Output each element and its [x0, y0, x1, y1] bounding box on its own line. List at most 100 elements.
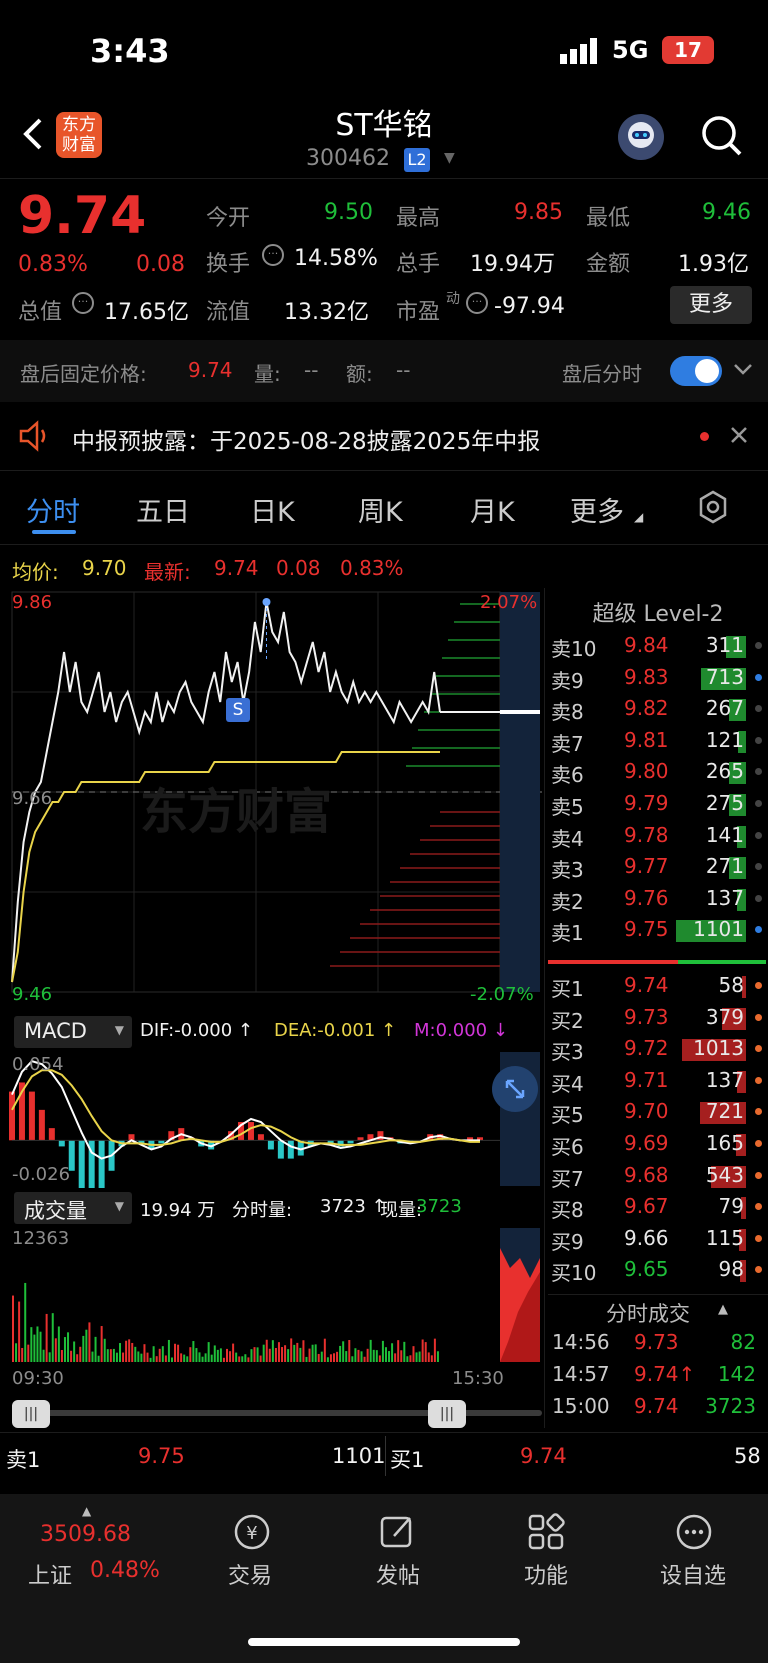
bid-row[interactable]: 买9 9.66 115 — [548, 1223, 768, 1254]
bid-row[interactable]: 买7 9.68 543 — [548, 1160, 768, 1191]
sell-signal-marker[interactable]: S — [226, 698, 250, 722]
volume-bar — [229, 1351, 232, 1362]
bid-label: 买5 — [551, 1103, 584, 1128]
ask-row[interactable]: 卖5 9.79 275 — [548, 788, 768, 819]
afterhours-region — [500, 592, 540, 992]
status-dot — [755, 1076, 762, 1084]
volume-bar — [85, 1329, 88, 1362]
ask-row[interactable]: 卖7 9.81 121 — [548, 725, 768, 756]
change-percent: 0.83% — [18, 252, 88, 277]
ask-row[interactable]: 卖4 9.78 141 — [548, 820, 768, 851]
volume-bar — [39, 1331, 42, 1362]
macd-axis-top: 0.054 — [12, 1054, 64, 1075]
volume-bar — [305, 1356, 308, 1362]
more-dots-icon[interactable] — [674, 1512, 714, 1556]
search-icon[interactable] — [700, 114, 744, 162]
nav-watchlist[interactable]: 设自选 — [660, 1558, 726, 1590]
range-handle-left[interactable]: ||| — [12, 1400, 50, 1428]
bid-row[interactable]: 买6 9.69 165 — [548, 1128, 768, 1159]
status-dot — [755, 1234, 762, 1242]
status-dot — [755, 894, 762, 902]
status-dot — [755, 1140, 762, 1147]
macd-chart[interactable] — [0, 1050, 544, 1188]
volume-axis-top: 12363 — [12, 1228, 70, 1249]
bid-price: 9.71 — [624, 1067, 669, 1092]
ask-row[interactable]: 卖1 9.75 1101 — [548, 914, 768, 945]
ask-row[interactable]: 卖8 9.82 267 — [548, 693, 768, 724]
volume-bar — [161, 1346, 164, 1362]
chevron-down-icon[interactable] — [732, 358, 754, 384]
index-value[interactable]: 3509.68 — [40, 1522, 131, 1547]
info-icon[interactable]: ··· — [72, 292, 94, 314]
bid-row[interactable]: 买4 9.71 137 — [548, 1065, 768, 1096]
info-icon[interactable]: ··· — [466, 292, 488, 314]
orderbook-title[interactable]: 超级 Level-2 — [548, 596, 768, 628]
volume-bar — [216, 1349, 219, 1362]
high-value: 9.85 — [514, 200, 563, 225]
close-icon[interactable] — [728, 424, 750, 450]
bid-row[interactable]: 买10 9.65 98 — [548, 1254, 768, 1285]
volume-bar — [91, 1351, 94, 1362]
bid-row[interactable]: 买8 9.67 79 — [548, 1191, 768, 1222]
volume-bar — [388, 1351, 391, 1362]
tab-weekly-k[interactable]: 周K — [358, 490, 403, 529]
info-icon[interactable]: ··· — [262, 244, 284, 266]
volume-bar — [351, 1356, 354, 1362]
open-label: 今开 — [206, 206, 251, 231]
ask-volume: 271 — [705, 854, 744, 879]
volume-bar — [299, 1347, 302, 1362]
bid-row[interactable]: 买3 9.72 1013 — [548, 1033, 768, 1064]
nav-functions[interactable]: 功能 — [524, 1558, 568, 1590]
volume-chart[interactable] — [0, 1226, 544, 1364]
bid-price: 9.72 — [624, 1036, 669, 1061]
notice-text[interactable]: 中报预披露：于2025-08-28披露2025年中报 — [72, 422, 540, 456]
more-button[interactable]: 更多 — [670, 286, 752, 324]
tab-monthly-k[interactable]: 月K — [470, 490, 515, 529]
afterhours-vol-label: 量: — [254, 362, 281, 386]
index-percent[interactable]: 0.48% — [90, 1558, 160, 1583]
afterhours-toggle[interactable] — [670, 356, 722, 386]
volume-bar — [30, 1327, 33, 1362]
bid-price: 9.74 — [624, 973, 669, 997]
level2-badge[interactable]: L2 — [404, 148, 430, 172]
index-name[interactable]: 上证 — [28, 1558, 72, 1590]
nav-trade[interactable]: 交易 — [228, 1558, 272, 1590]
chevron-down-icon: ◢ — [634, 510, 644, 524]
robot-assistant-icon[interactable] — [618, 114, 664, 160]
ask-row[interactable]: 卖6 9.80 265 — [548, 756, 768, 787]
grid-icon[interactable] — [526, 1512, 566, 1556]
trades-title[interactable]: 分时成交 — [606, 1298, 690, 1328]
bid-row[interactable]: 买2 9.73 379 — [548, 1002, 768, 1033]
volume-bar — [54, 1338, 57, 1362]
expand-icon[interactable] — [492, 1066, 538, 1112]
afterhours-amt-label: 额: — [346, 362, 373, 386]
tab-more[interactable]: 更多 — [570, 490, 624, 529]
trade-icon[interactable]: ¥ — [230, 1512, 274, 1556]
amount-value: 1.93亿 — [678, 252, 749, 277]
bid-row[interactable]: 买1 9.74 58 — [548, 970, 768, 1001]
post-icon[interactable] — [378, 1512, 418, 1556]
volume-bar — [284, 1345, 287, 1362]
macd-selector[interactable]: MACD ▼ — [14, 1016, 132, 1048]
status-dot — [755, 673, 762, 681]
high-label: 最高 — [396, 206, 441, 231]
ask-row[interactable]: 卖9 9.83 713 — [548, 662, 768, 693]
ask-row[interactable]: 卖10 9.84 311 — [548, 630, 768, 661]
afterhours-label: 盘后固定价格: — [20, 362, 147, 386]
volume-bar — [210, 1354, 213, 1362]
bid-label: 买10 — [551, 1261, 597, 1286]
range-handle-right[interactable]: ||| — [428, 1400, 466, 1428]
ask-row[interactable]: 卖2 9.76 137 — [548, 883, 768, 914]
volume-selector[interactable]: 成交量 ▼ — [14, 1192, 132, 1224]
tab-intraday[interactable]: 分时 — [26, 490, 80, 529]
nav-post[interactable]: 发帖 — [376, 1558, 420, 1590]
chevron-down-icon[interactable]: ▼ — [444, 150, 455, 166]
chevron-up-icon[interactable]: ▲ — [718, 1302, 728, 1317]
bottom-sell-vol: 1101 — [332, 1444, 386, 1468]
ask-label: 卖5 — [551, 795, 584, 819]
gear-icon[interactable] — [696, 490, 730, 528]
tab-five-day[interactable]: 五日 — [136, 490, 190, 529]
bid-row[interactable]: 买5 9.70 721 — [548, 1096, 768, 1127]
tab-daily-k[interactable]: 日K — [250, 490, 295, 529]
ask-row[interactable]: 卖3 9.77 271 — [548, 851, 768, 882]
